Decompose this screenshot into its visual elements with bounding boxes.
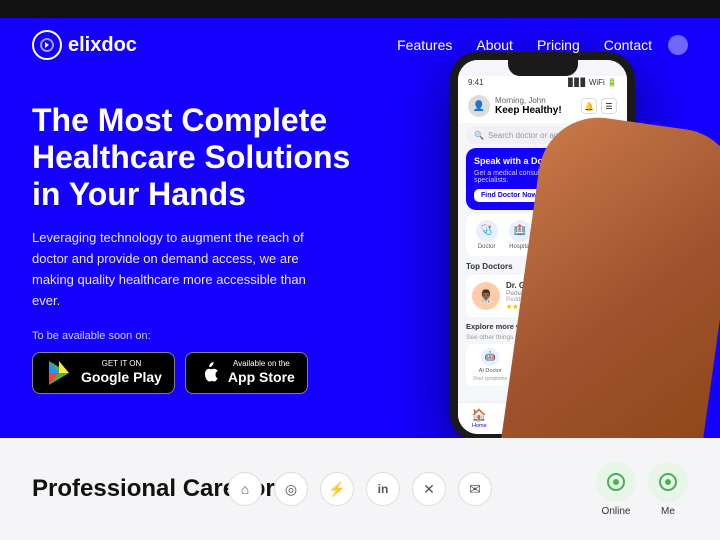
footer-section: Professional Care for ⌂ ◎ ⚡ in ✕ ✉ Onlin… <box>0 438 720 540</box>
home-social-icon[interactable]: ⌂ <box>228 472 262 506</box>
phone-time: 9:41 <box>468 78 484 87</box>
online-badge-2: Me <box>648 462 688 517</box>
top-bar <box>0 0 720 18</box>
logo[interactable]: elixdoc <box>32 30 137 60</box>
home-nav-icon: 🏠 <box>472 408 487 422</box>
ai-doctor-label: AI Doctor <box>479 368 502 374</box>
category-doctor[interactable]: 🩺 Doctor <box>476 220 498 250</box>
app-store-label-small: Available on the <box>228 359 295 369</box>
bolt-icon[interactable]: ⚡ <box>320 472 354 506</box>
online-icon <box>596 462 636 502</box>
apple-icon <box>198 362 220 384</box>
doctor-cat-label: Doctor <box>478 244 496 250</box>
phone-user-name: Keep Healthy! <box>495 105 562 116</box>
google-play-button[interactable]: GET IT ON Google Play <box>32 352 175 394</box>
phone-header-icons: 🔔 ☰ <box>581 98 617 114</box>
linkedin-icon[interactable]: in <box>366 472 400 506</box>
hero-content: The Most Complete Healthcare Solutions i… <box>0 72 720 394</box>
nav-features[interactable]: Features <box>397 37 452 53</box>
find-doctor-button[interactable]: Find Doctor Now <box>474 189 544 202</box>
social-links: ⌂ ◎ ⚡ in ✕ ✉ <box>228 472 492 506</box>
menu-icon[interactable]: ☰ <box>601 98 617 114</box>
phone-notch <box>508 60 578 76</box>
app-store-button[interactable]: Available on the App Store <box>185 352 308 394</box>
online-icon-2 <box>648 462 688 502</box>
nav-contact[interactable]: Contact <box>604 37 652 53</box>
phone-mockup: 9:41 ▊▊▊ WiFi 🔋 👤 Morning, John Keep Hea… <box>440 42 700 438</box>
notification-icon[interactable]: 🔔 <box>581 98 597 114</box>
phone-signal: ▊▊▊ WiFi 🔋 <box>568 78 617 87</box>
explore-ai-doctor[interactable]: 🤖 AI Doctor Find symptoms <box>466 344 514 386</box>
phone-greeting: Morning, John <box>495 96 562 105</box>
hero-description: Leveraging technology to augment the rea… <box>32 228 322 311</box>
nav-home[interactable]: 🏠 Home <box>472 408 487 429</box>
online-badge: Online <box>596 462 636 517</box>
app-store-label-large: App Store <box>228 369 295 386</box>
footer-right: Online Me <box>596 462 688 517</box>
online-label: Online <box>602 506 631 517</box>
logo-icon <box>32 30 62 60</box>
top-doctors-title: Top Doctors <box>466 262 513 271</box>
search-icon: 🔍 <box>474 131 484 140</box>
nav-pricing[interactable]: Pricing <box>537 37 580 53</box>
ai-doctor-icon: 🤖 <box>481 348 499 366</box>
google-play-label-small: GET IT ON <box>81 359 162 369</box>
google-play-label-large: Google Play <box>81 369 162 386</box>
nav-links: Features About Pricing Contact <box>397 37 652 53</box>
phone-status-bar: 9:41 ▊▊▊ WiFi 🔋 <box>458 76 627 89</box>
logo-text: elixdoc <box>68 34 137 57</box>
doctor-cat-icon: 🩺 <box>476 220 498 242</box>
online-label-2: Me <box>661 506 675 517</box>
nav-circle-decoration <box>668 35 688 55</box>
google-play-icon <box>45 359 73 387</box>
user-avatar: 👤 <box>468 95 490 117</box>
x-icon[interactable]: ✕ <box>412 472 446 506</box>
nav-about[interactable]: About <box>476 37 513 53</box>
doctor-avatar: 👨🏾‍⚕️ <box>472 282 500 310</box>
instagram-icon[interactable]: ◎ <box>274 472 308 506</box>
email-icon[interactable]: ✉ <box>458 472 492 506</box>
hospital-cat-icon: 🏥 <box>509 220 531 242</box>
navbar: elixdoc Features About Pricing Contact <box>0 18 720 72</box>
home-nav-label: Home <box>472 423 487 429</box>
hero-section: elixdoc Features About Pricing Contact T… <box>0 18 720 438</box>
